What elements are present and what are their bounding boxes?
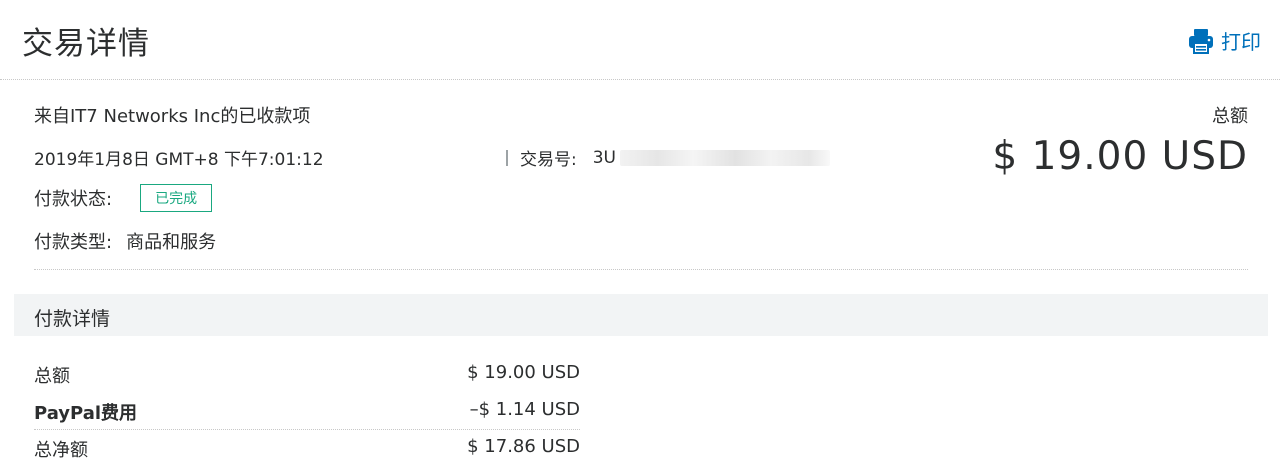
total-label: 总额 xyxy=(1212,106,1248,127)
status-label: 付款状态: xyxy=(34,189,113,210)
payment-status-row: 付款状态: 已完成 xyxy=(34,184,213,212)
section-title: 付款详情 xyxy=(34,308,111,330)
print-button[interactable]: 打印 xyxy=(1187,26,1261,55)
printer-icon xyxy=(1187,27,1215,55)
detail-row-gross: 总额 $ 19.00 USD xyxy=(34,356,580,393)
total-amount: $ 19.00 USD xyxy=(992,134,1248,179)
print-label: 打印 xyxy=(1221,30,1261,54)
transaction-id-label: 交易号: xyxy=(520,150,577,170)
detail-amount: –$ 1.14 USD xyxy=(469,399,580,420)
detail-label: 总额 xyxy=(34,366,70,387)
page-header: 交易详情 打印 xyxy=(0,0,1280,80)
page-title: 交易详情 xyxy=(22,26,150,62)
transaction-date: 2019年1月8日 GMT+8 下午7:01:12 xyxy=(34,150,324,170)
detail-amount: $ 19.00 USD xyxy=(467,362,580,383)
transaction-summary: 来自IT7 Networks Inc的已收款项 2019年1月8日 GMT+8 … xyxy=(34,80,1248,270)
merchant-line: 来自IT7 Networks Inc的已收款项 xyxy=(34,106,311,127)
divider xyxy=(506,149,508,166)
payment-details-header: 付款详情 xyxy=(14,294,1268,336)
detail-label: PayPal费用 xyxy=(34,403,138,424)
type-label: 付款类型: xyxy=(34,232,113,253)
detail-amount: $ 17.86 USD xyxy=(467,436,580,457)
type-value: 商品和服务 xyxy=(126,232,217,253)
redacted-block xyxy=(620,149,830,166)
transaction-id-value[interactable]: 3U xyxy=(593,148,616,168)
transaction-id-group: 交易号: 3U xyxy=(506,145,830,170)
status-badge: 已完成 xyxy=(140,184,213,212)
payment-type-row: 付款类型: 商品和服务 xyxy=(34,228,216,254)
detail-row-fee: PayPal费用 –$ 1.14 USD xyxy=(34,393,580,430)
detail-label: 总净额 xyxy=(34,440,88,461)
detail-row-net: 总净额 $ 17.86 USD xyxy=(34,430,580,467)
payment-details-table: 总额 $ 19.00 USD PayPal费用 –$ 1.14 USD 总净额 … xyxy=(34,356,580,467)
